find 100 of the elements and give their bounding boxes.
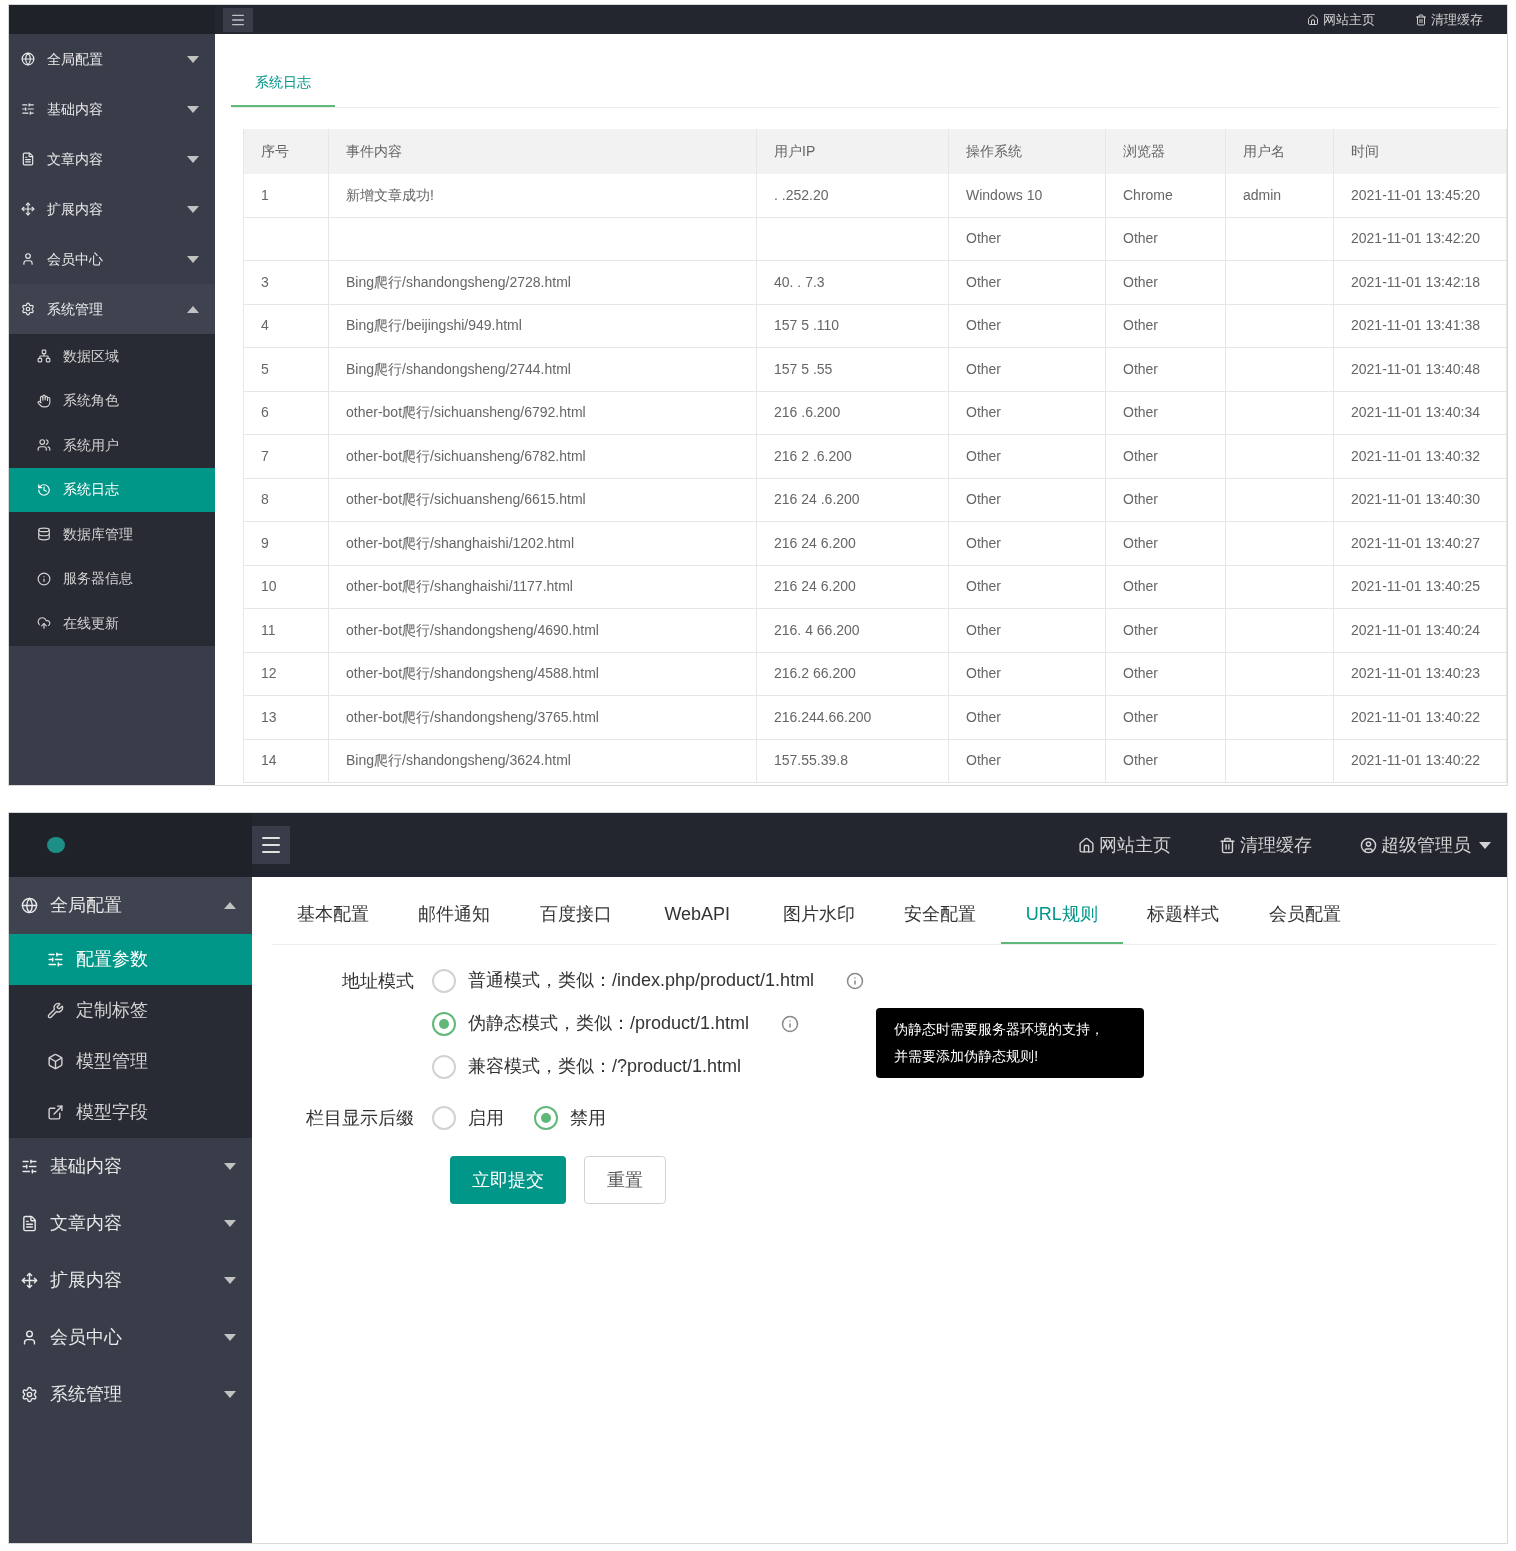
sidebar-submenu-item[interactable]: 模型字段 <box>9 1087 252 1138</box>
sidebar-menu-item[interactable]: 扩展内容 <box>9 184 215 234</box>
caret-icon <box>187 255 199 263</box>
tab[interactable]: URL规则 <box>1001 901 1123 944</box>
tab[interactable]: 标题样式 <box>1122 901 1244 944</box>
table-cell-text: 4 <box>261 316 269 336</box>
sidebar-submenu-item[interactable]: 系统日志 <box>9 467 215 512</box>
table-cell-text: 12 <box>261 664 277 684</box>
radio-button[interactable] <box>534 1106 558 1130</box>
user-icon <box>21 1329 38 1346</box>
info-icon <box>37 571 51 586</box>
table-cell-text: 216.2 66.200 <box>774 664 856 684</box>
header-link[interactable]: 网站主页 <box>1307 9 1375 30</box>
header-link[interactable]: 超级管理员 <box>1360 831 1491 859</box>
radio-button[interactable] <box>432 1011 456 1036</box>
table-cell-text: Other <box>1123 620 1158 640</box>
settings-icon <box>21 302 35 316</box>
tab[interactable]: 会员配置 <box>1244 901 1366 944</box>
column-header: 用户名 <box>1243 142 1285 161</box>
sidebar-menu-item[interactable]: 全局配置 <box>9 877 252 934</box>
table-cell-text: other-bot爬行/shanghaishi/1202.html <box>346 533 575 553</box>
cube-icon <box>47 1053 64 1070</box>
header-link[interactable]: 清理缓存 <box>1415 9 1483 30</box>
table-cell-text: Other <box>1123 446 1158 466</box>
tab[interactable]: 基本配置 <box>272 901 394 944</box>
sidebar-menu-item[interactable]: 扩展内容 <box>9 1252 252 1309</box>
table-cell-text: Other <box>966 577 1001 597</box>
info-icon[interactable] <box>781 1014 800 1033</box>
submit-button[interactable]: 立即提交 <box>450 1156 566 1204</box>
sidebar-menu-item[interactable]: 文章内容 <box>9 1195 252 1252</box>
table-cell-text: Other <box>1123 229 1158 249</box>
table-cell-text: other-bot爬行/sichuansheng/6782.html <box>346 446 586 466</box>
table-cell-text: Other <box>966 403 1001 423</box>
sidebar-submenu-item[interactable]: 数据库管理 <box>9 512 215 557</box>
tab[interactable]: 百度接口 <box>515 901 637 944</box>
table-cell-text: 13 <box>261 707 277 727</box>
reset-button[interactable]: 重置 <box>584 1156 666 1204</box>
radio-button[interactable] <box>432 1054 456 1079</box>
table-cell-text: Other <box>966 272 1001 292</box>
sidebar-menu-item[interactable]: 系统管理 <box>9 1366 252 1423</box>
sidebar-menu-item[interactable]: 会员中心 <box>9 234 215 284</box>
arrows-icon <box>21 1272 38 1289</box>
caret-icon <box>224 1277 236 1284</box>
table-cell-text: 新增文章成功! <box>346 185 434 205</box>
tab[interactable]: WebAPI <box>636 901 758 944</box>
caret-icon <box>224 1391 236 1398</box>
table-cell-text: 7 <box>261 446 269 466</box>
header-link[interactable]: 清理缓存 <box>1219 831 1312 859</box>
table-cell-text: 216 24 6.200 <box>774 577 856 597</box>
tab[interactable]: 安全配置 <box>879 901 1001 944</box>
table-cell-text: Chrome <box>1123 185 1173 205</box>
sidebar-submenu-item[interactable]: 模型管理 <box>9 1036 252 1087</box>
table-cell-text: Other <box>1123 403 1158 423</box>
tab[interactable]: 图片水印 <box>758 901 880 944</box>
sidebar-submenu-item[interactable]: 系统用户 <box>9 423 215 468</box>
table-cell-text: 2021-11-01 13:40:32 <box>1351 446 1480 466</box>
table-cell-text: Other <box>966 446 1001 466</box>
table-cell-text: 216 24 6.200 <box>774 533 856 553</box>
menu-toggle-button[interactable] <box>223 7 253 32</box>
sidebar-menu-item[interactable]: 系统管理 <box>9 284 215 334</box>
sidebar-submenu-item[interactable]: 服务器信息 <box>9 556 215 601</box>
users-icon <box>37 438 51 453</box>
table-cell-text: admin <box>1243 185 1282 205</box>
sidebar-menu-item[interactable]: 会员中心 <box>9 1309 252 1366</box>
radio-button[interactable] <box>432 968 456 993</box>
sidebar-submenu-item[interactable]: 配置参数 <box>9 934 252 985</box>
table-cell-text: 5 <box>261 359 269 379</box>
globe-icon <box>21 897 38 914</box>
sidebar-menu-item[interactable]: 基础内容 <box>9 84 215 134</box>
sidebar-menu-item[interactable]: 文章内容 <box>9 134 215 184</box>
sliders-icon <box>21 102 35 116</box>
caret-icon <box>187 55 199 63</box>
sidebar-menu-item[interactable]: 全局配置 <box>9 34 215 84</box>
sidebar-submenu-item[interactable]: 在线更新 <box>9 601 215 646</box>
table-cell-text: Other <box>966 664 1001 684</box>
table-cell-text: other-bot爬行/shanghaishi/1177.html <box>346 577 573 597</box>
hand-icon <box>37 393 51 408</box>
tab[interactable]: 系统日志 <box>231 72 335 107</box>
globe-icon <box>21 52 35 66</box>
table-cell-text: 6 <box>261 403 269 423</box>
sidebar-submenu-item[interactable]: 数据区域 <box>9 334 215 379</box>
header-link[interactable]: 网站主页 <box>1078 831 1171 859</box>
tab[interactable]: 邮件通知 <box>393 901 515 944</box>
caret-icon <box>187 105 199 113</box>
sidebar-submenu-item[interactable]: 系统角色 <box>9 378 215 423</box>
sidebar-submenu-item[interactable]: 定制标签 <box>9 985 252 1036</box>
table-cell-text: 10 <box>261 577 277 597</box>
menu-toggle-button[interactable] <box>252 826 290 864</box>
sidebar-menu-item[interactable]: 基础内容 <box>9 1138 252 1195</box>
radio-label: 兼容模式，类似：/?product/1.html <box>468 1055 742 1078</box>
table-cell-text: 2021-11-01 13:45:20 <box>1351 185 1480 205</box>
radio-button[interactable] <box>432 1106 456 1130</box>
sitemap-icon <box>37 349 51 364</box>
logo-icon <box>47 837 65 853</box>
settings-icon <box>21 1386 38 1403</box>
table-cell-text: Other <box>1123 707 1158 727</box>
document-icon <box>21 152 35 166</box>
info-icon[interactable] <box>846 971 865 990</box>
table-cell-text: 2021-11-01 13:41:38 <box>1351 316 1480 336</box>
table-cell-text: Bing爬行/beijingshi/949.html <box>346 316 522 336</box>
